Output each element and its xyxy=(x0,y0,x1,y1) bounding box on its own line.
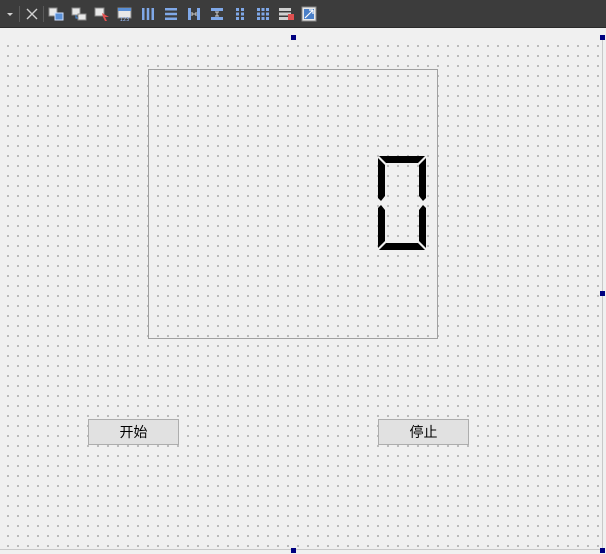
lcd-value-text: 0 xyxy=(402,213,403,215)
resize-handle-top-right[interactable] xyxy=(600,35,605,40)
edit-signals-slots-icon[interactable] xyxy=(69,4,89,24)
toolbar-separator xyxy=(43,6,44,22)
lcd-digit-segments xyxy=(378,156,426,250)
break-layout-icon[interactable] xyxy=(276,4,296,24)
layout-horizontal-icon[interactable] xyxy=(138,4,158,24)
resize-handle-top[interactable] xyxy=(291,35,296,40)
resize-handle-bottom[interactable] xyxy=(291,548,296,553)
dropdown-arrow-icon[interactable] xyxy=(2,4,18,24)
start-button[interactable]: 开始 xyxy=(88,419,179,445)
lcd-number-display[interactable]: 0 xyxy=(376,154,428,252)
layout-form-icon[interactable] xyxy=(230,4,250,24)
edit-widgets-icon[interactable] xyxy=(46,4,66,24)
edit-tab-order-icon[interactable]: 123 xyxy=(115,4,135,24)
resize-handle-right[interactable] xyxy=(600,291,605,296)
toolbar-separator xyxy=(19,6,20,22)
edit-buddies-icon[interactable] xyxy=(92,4,112,24)
layout-horizontal-splitter-icon[interactable] xyxy=(184,4,204,24)
close-icon[interactable] xyxy=(22,4,42,24)
resize-handle-bottom-right[interactable] xyxy=(600,548,605,553)
layout-vertical-icon[interactable] xyxy=(161,4,181,24)
adjust-size-icon[interactable] xyxy=(299,4,319,24)
svg-text:123: 123 xyxy=(120,17,130,23)
layout-grid-icon[interactable] xyxy=(253,4,273,24)
layout-vertical-splitter-icon[interactable] xyxy=(207,4,227,24)
designer-toolbar: 123 xyxy=(0,0,606,28)
stop-button[interactable]: 停止 xyxy=(378,419,469,445)
